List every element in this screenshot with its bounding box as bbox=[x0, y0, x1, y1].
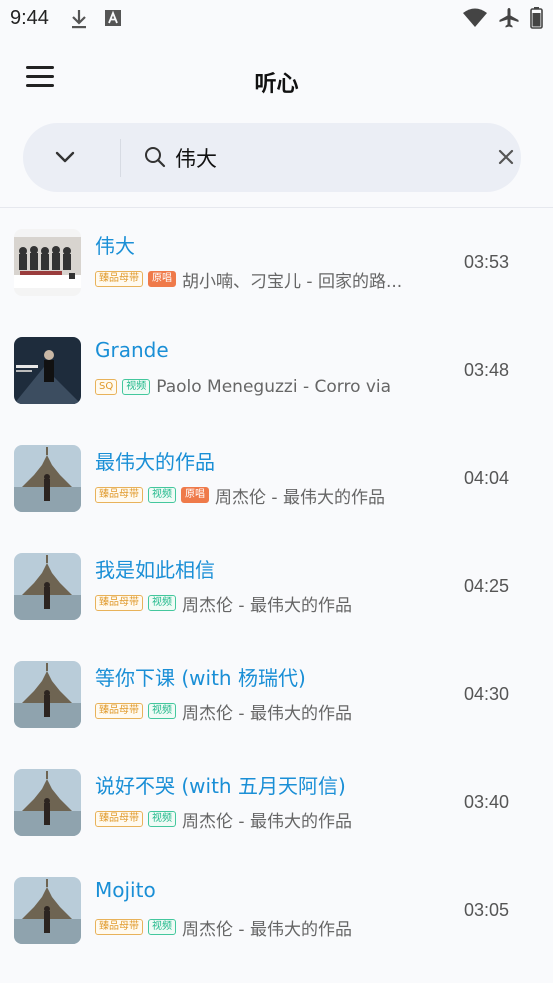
album-cover bbox=[14, 769, 81, 836]
download-icon bbox=[72, 10, 86, 29]
list-item[interactable]: Grande SQ 视频 Paolo Meneguzzi - Corro via… bbox=[0, 316, 553, 424]
battery-icon bbox=[530, 7, 543, 29]
a-icon bbox=[105, 10, 121, 26]
artist-album: 周杰伦 - 最伟大的作品 bbox=[182, 811, 352, 831]
chevron-down-icon[interactable] bbox=[53, 145, 77, 169]
duration: 03:48 bbox=[464, 360, 510, 380]
artist-album: 胡小喃、刁宝儿 - 回家的路... bbox=[182, 271, 403, 291]
search-divider bbox=[120, 139, 121, 177]
artist-album: 周杰伦 - 最伟大的作品 bbox=[182, 919, 352, 939]
artist-album: 周杰伦 - 最伟大的作品 bbox=[182, 595, 352, 615]
search-bar bbox=[23, 123, 521, 192]
quality-badge: 臻品母带 bbox=[95, 919, 143, 935]
duration: 04:25 bbox=[464, 576, 510, 596]
search-icon bbox=[145, 147, 166, 168]
album-cover bbox=[14, 337, 81, 404]
video-badge: 视频 bbox=[148, 595, 176, 611]
quality-badge: 臻品母带 bbox=[95, 487, 143, 503]
artist-album: 周杰伦 - 最伟大的作品 bbox=[215, 487, 385, 507]
duration: 04:04 bbox=[464, 468, 510, 488]
video-badge: 视频 bbox=[148, 703, 176, 719]
song-list: 伟大 臻品母带 原唱 胡小喃、刁宝儿 - 回家的路... 03:53 Grand… bbox=[0, 208, 553, 964]
album-cover bbox=[14, 661, 81, 728]
song-title: 说好不哭 (with 五月天阿信) bbox=[95, 774, 346, 798]
wifi-icon bbox=[463, 8, 487, 27]
list-item[interactable]: 说好不哭 (with 五月天阿信) 臻品母带 视频 周杰伦 - 最伟大的作品 0… bbox=[0, 748, 553, 856]
artist-album: Paolo Meneguzzi - Corro via bbox=[156, 377, 392, 397]
sq-badge: SQ bbox=[95, 379, 118, 395]
song-title: 我是如此相信 bbox=[95, 558, 215, 582]
album-cover bbox=[14, 877, 81, 944]
original-badge: 原唱 bbox=[148, 271, 176, 287]
list-item[interactable]: Mojito 臻品母带 视频 周杰伦 - 最伟大的作品 03:05 bbox=[0, 856, 553, 964]
song-title: 最伟大的作品 bbox=[95, 450, 215, 474]
list-item[interactable]: 最伟大的作品 臻品母带 视频 原唱 周杰伦 - 最伟大的作品 04:04 bbox=[0, 424, 553, 532]
song-title: Mojito bbox=[95, 878, 156, 902]
duration: 04:30 bbox=[464, 684, 510, 704]
song-title: 等你下课 (with 杨瑞代) bbox=[95, 666, 306, 690]
list-item[interactable]: 我是如此相信 臻品母带 视频 周杰伦 - 最伟大的作品 04:25 bbox=[0, 532, 553, 640]
album-cover bbox=[14, 445, 81, 512]
video-badge: 视频 bbox=[122, 379, 151, 395]
original-badge: 原唱 bbox=[181, 487, 209, 503]
album-cover bbox=[14, 229, 81, 296]
duration: 03:05 bbox=[464, 900, 510, 920]
duration: 03:40 bbox=[464, 792, 510, 812]
duration: 03:53 bbox=[464, 252, 510, 272]
list-item[interactable]: 等你下课 (with 杨瑞代) 臻品母带 视频 周杰伦 - 最伟大的作品 04:… bbox=[0, 640, 553, 748]
artist-album: 周杰伦 - 最伟大的作品 bbox=[182, 703, 352, 723]
clear-icon[interactable] bbox=[495, 146, 517, 168]
video-badge: 视频 bbox=[148, 487, 176, 503]
video-badge: 视频 bbox=[148, 811, 176, 827]
app-bar: 听心 bbox=[0, 38, 553, 122]
quality-badge: 臻品母带 bbox=[95, 271, 143, 287]
album-cover bbox=[14, 553, 81, 620]
page-title: 听心 bbox=[254, 72, 299, 97]
search-input[interactable] bbox=[175, 140, 465, 176]
status-bar: 9:44 bbox=[0, 0, 553, 38]
quality-badge: 臻品母带 bbox=[95, 811, 143, 827]
song-title: Grande bbox=[95, 338, 169, 362]
airplane-icon bbox=[499, 8, 519, 28]
status-time: 9:44 bbox=[10, 7, 49, 29]
quality-badge: 臻品母带 bbox=[95, 595, 143, 611]
video-badge: 视频 bbox=[148, 919, 176, 935]
song-title: 伟大 bbox=[95, 234, 135, 258]
quality-badge: 臻品母带 bbox=[95, 703, 143, 719]
list-item[interactable]: 伟大 臻品母带 原唱 胡小喃、刁宝儿 - 回家的路... 03:53 bbox=[0, 208, 553, 316]
